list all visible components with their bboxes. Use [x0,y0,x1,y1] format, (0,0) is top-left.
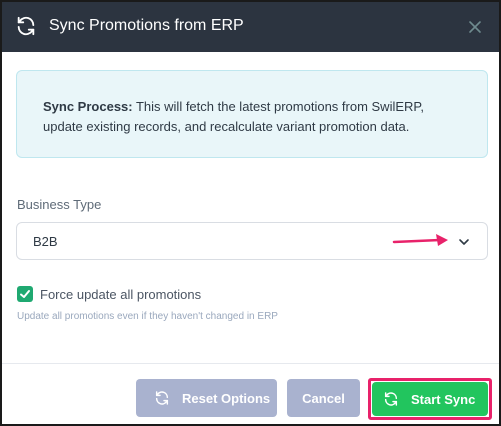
business-type-select[interactable]: B2B [16,222,488,260]
footer-divider [2,363,499,364]
info-lead: Sync Process: [43,99,133,114]
reset-options-label: Reset Options [182,390,271,406]
chevron-down-icon [459,239,469,245]
dialog-header: Sync Promotions from ERP [2,2,499,52]
force-update-label[interactable]: Force update all promotions [40,287,201,302]
business-type-value: B2B [33,234,58,249]
cancel-label: Cancel [302,390,345,406]
sync-dialog: Sync Promotions from ERP Sync Process: T… [0,0,501,426]
start-sync-label: Start Sync [411,391,476,407]
close-icon[interactable] [468,20,482,34]
sync-process-info: Sync Process: This will fetch the latest… [16,70,488,158]
force-update-checkbox[interactable] [17,286,33,302]
dialog-title: Sync Promotions from ERP [49,17,244,34]
business-type-label: Business Type [17,197,102,212]
reset-options-button[interactable]: Reset Options [136,379,277,417]
sync-icon [17,16,35,36]
checkmark-icon [20,290,30,298]
refresh-icon [155,391,169,405]
sync-icon [384,392,398,406]
force-update-helper: Update all promotions even if they haven… [17,311,278,322]
cancel-button[interactable]: Cancel [287,379,360,417]
start-sync-button[interactable]: Start Sync [372,382,488,416]
